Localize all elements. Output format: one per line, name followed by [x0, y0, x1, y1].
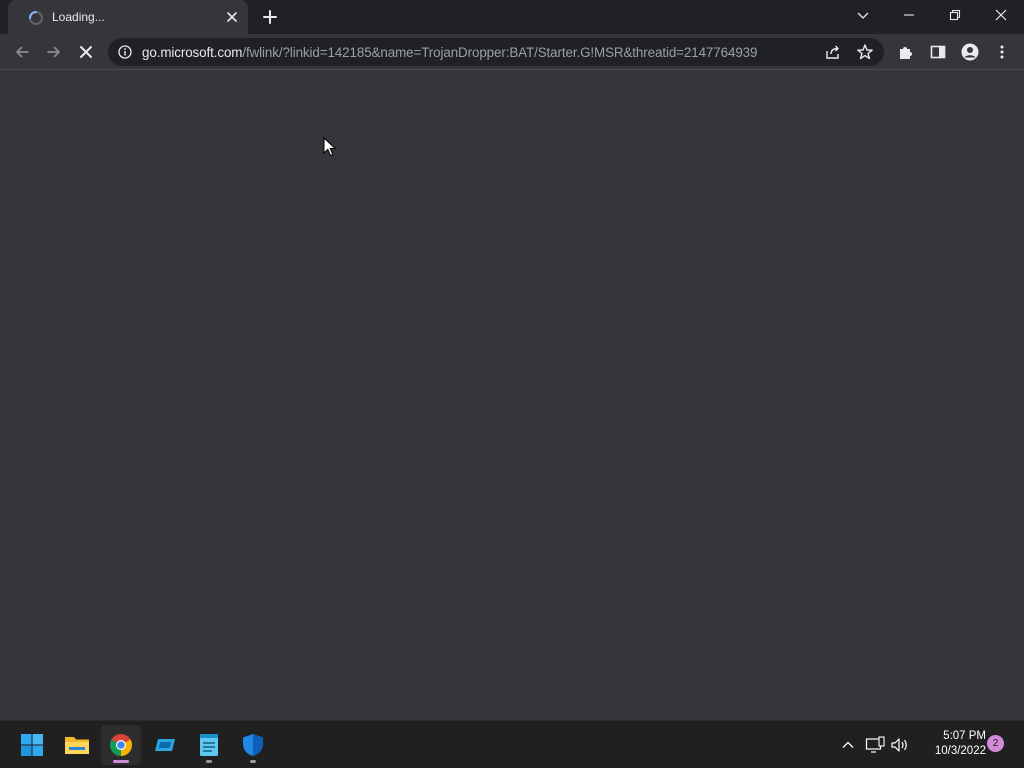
page-content [0, 71, 1024, 720]
bookmark-star-icon[interactable] [856, 43, 874, 61]
stop-loading-button[interactable] [72, 38, 100, 66]
volume-icon [891, 738, 907, 752]
active-app-indicator [113, 760, 129, 763]
file-explorer-button[interactable] [57, 725, 97, 765]
volume-button[interactable] [890, 735, 910, 755]
restore-button[interactable] [932, 0, 978, 30]
browser-menu-button[interactable] [988, 38, 1016, 66]
back-button[interactable] [8, 38, 36, 66]
browser-tab[interactable]: Loading... [8, 0, 248, 34]
chevron-down-icon [857, 12, 869, 19]
close-tab-icon[interactable] [224, 9, 240, 25]
address-bar[interactable]: go.microsoft.com/fwlink/?linkid=142185&n… [108, 38, 884, 66]
running-app-indicator [250, 760, 256, 763]
close-window-button[interactable] [978, 0, 1024, 30]
chrome-taskbar-button[interactable] [101, 725, 141, 765]
cloud-drive-button[interactable] [145, 725, 185, 765]
chrome-icon [110, 734, 132, 756]
windows-security-icon [243, 734, 263, 756]
system-clock[interactable]: 5:07 PM 10/3/2022 [912, 729, 986, 759]
url-host: go.microsoft.com [142, 45, 243, 60]
side-panel-icon [930, 45, 946, 59]
start-icon [21, 734, 43, 756]
forward-arrow-icon [47, 46, 60, 58]
file-explorer-icon [65, 737, 89, 754]
mouse-cursor-icon [323, 137, 337, 157]
info-icon[interactable] [118, 45, 132, 59]
chevron-up-icon [842, 741, 854, 748]
forward-button[interactable] [40, 38, 68, 66]
share-icon[interactable] [824, 43, 842, 61]
side-panel-button[interactable] [924, 38, 952, 66]
puzzle-icon [900, 47, 912, 59]
tab-title: Loading... [52, 10, 105, 24]
restore-icon [949, 9, 961, 21]
new-tab-icon[interactable] [260, 7, 280, 27]
tab-search-button[interactable] [840, 0, 886, 30]
loading-spinner-icon [29, 11, 43, 25]
profile-button[interactable] [956, 38, 984, 66]
show-hidden-icons-button[interactable] [838, 735, 858, 755]
url-text[interactable]: go.microsoft.com/fwlink/?linkid=142185&n… [142, 45, 802, 60]
clock-time: 5:07 PM [943, 730, 986, 742]
extensions-button[interactable] [892, 38, 920, 66]
back-arrow-icon [16, 46, 29, 58]
minimize-icon [904, 14, 914, 16]
url-path: /fwlink/?linkid=142185&name=TrojanDroppe… [242, 45, 758, 60]
tab-strip: Loading... [0, 0, 1024, 34]
cloud-drive-icon [155, 739, 175, 751]
browser-toolbar: go.microsoft.com/fwlink/?linkid=142185&n… [0, 34, 1024, 70]
notification-badge[interactable]: 2 [987, 735, 1004, 752]
taskbar: 5:07 PM 10/3/2022 [0, 720, 1024, 768]
profile-avatar-icon [961, 43, 979, 61]
clock-date: 10/3/2022 [934, 745, 986, 757]
stop-icon [80, 46, 92, 58]
notepad-button[interactable] [189, 725, 229, 765]
running-app-indicator [206, 760, 212, 763]
minimize-button[interactable] [886, 0, 932, 30]
close-icon [995, 9, 1007, 21]
notepad-icon [200, 734, 218, 756]
network-icon [865, 736, 885, 753]
more-vertical-icon [1000, 45, 1004, 59]
start-button[interactable] [12, 725, 52, 765]
network-button[interactable] [865, 735, 885, 755]
windows-security-button[interactable] [233, 725, 273, 765]
